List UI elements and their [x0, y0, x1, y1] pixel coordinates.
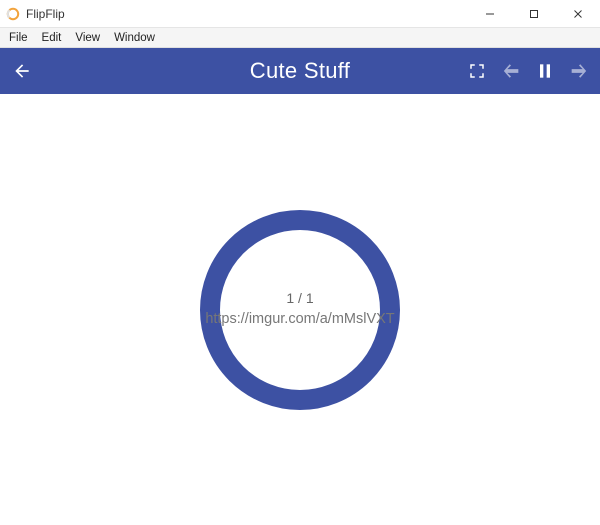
window-titlebar: FlipFlip: [0, 0, 600, 28]
back-button[interactable]: [0, 48, 44, 94]
maximize-button[interactable]: [512, 0, 556, 27]
arrow-right-icon: [568, 60, 590, 82]
window-title: FlipFlip: [26, 7, 65, 21]
loading-indicator: 1 / 1 https://imgur.com/a/mMslVXT: [195, 205, 405, 415]
menu-view[interactable]: View: [68, 28, 107, 47]
app-icon: [6, 7, 20, 21]
play-pause-button[interactable]: [528, 48, 562, 94]
next-button[interactable]: [562, 48, 596, 94]
fullscreen-button[interactable]: [460, 48, 494, 94]
menu-window[interactable]: Window: [107, 28, 162, 47]
appbar: Cute Stuff: [0, 48, 600, 94]
minimize-button[interactable]: [468, 0, 512, 27]
window-controls: [468, 0, 600, 27]
menu-edit[interactable]: Edit: [35, 28, 69, 47]
pause-icon: [535, 61, 555, 81]
loading-status: 1 / 1 https://imgur.com/a/mMslVXT: [205, 289, 394, 329]
loading-url: https://imgur.com/a/mMslVXT: [205, 310, 394, 330]
content-area: 1 / 1 https://imgur.com/a/mMslVXT: [0, 94, 600, 525]
close-button[interactable]: [556, 0, 600, 27]
prev-button[interactable]: [494, 48, 528, 94]
fullscreen-icon: [468, 62, 486, 80]
menu-file[interactable]: File: [2, 28, 35, 47]
scene-title: Cute Stuff: [250, 58, 350, 84]
menubar: File Edit View Window: [0, 28, 600, 48]
arrow-left-icon: [500, 60, 522, 82]
loading-count: 1 / 1: [205, 289, 394, 308]
